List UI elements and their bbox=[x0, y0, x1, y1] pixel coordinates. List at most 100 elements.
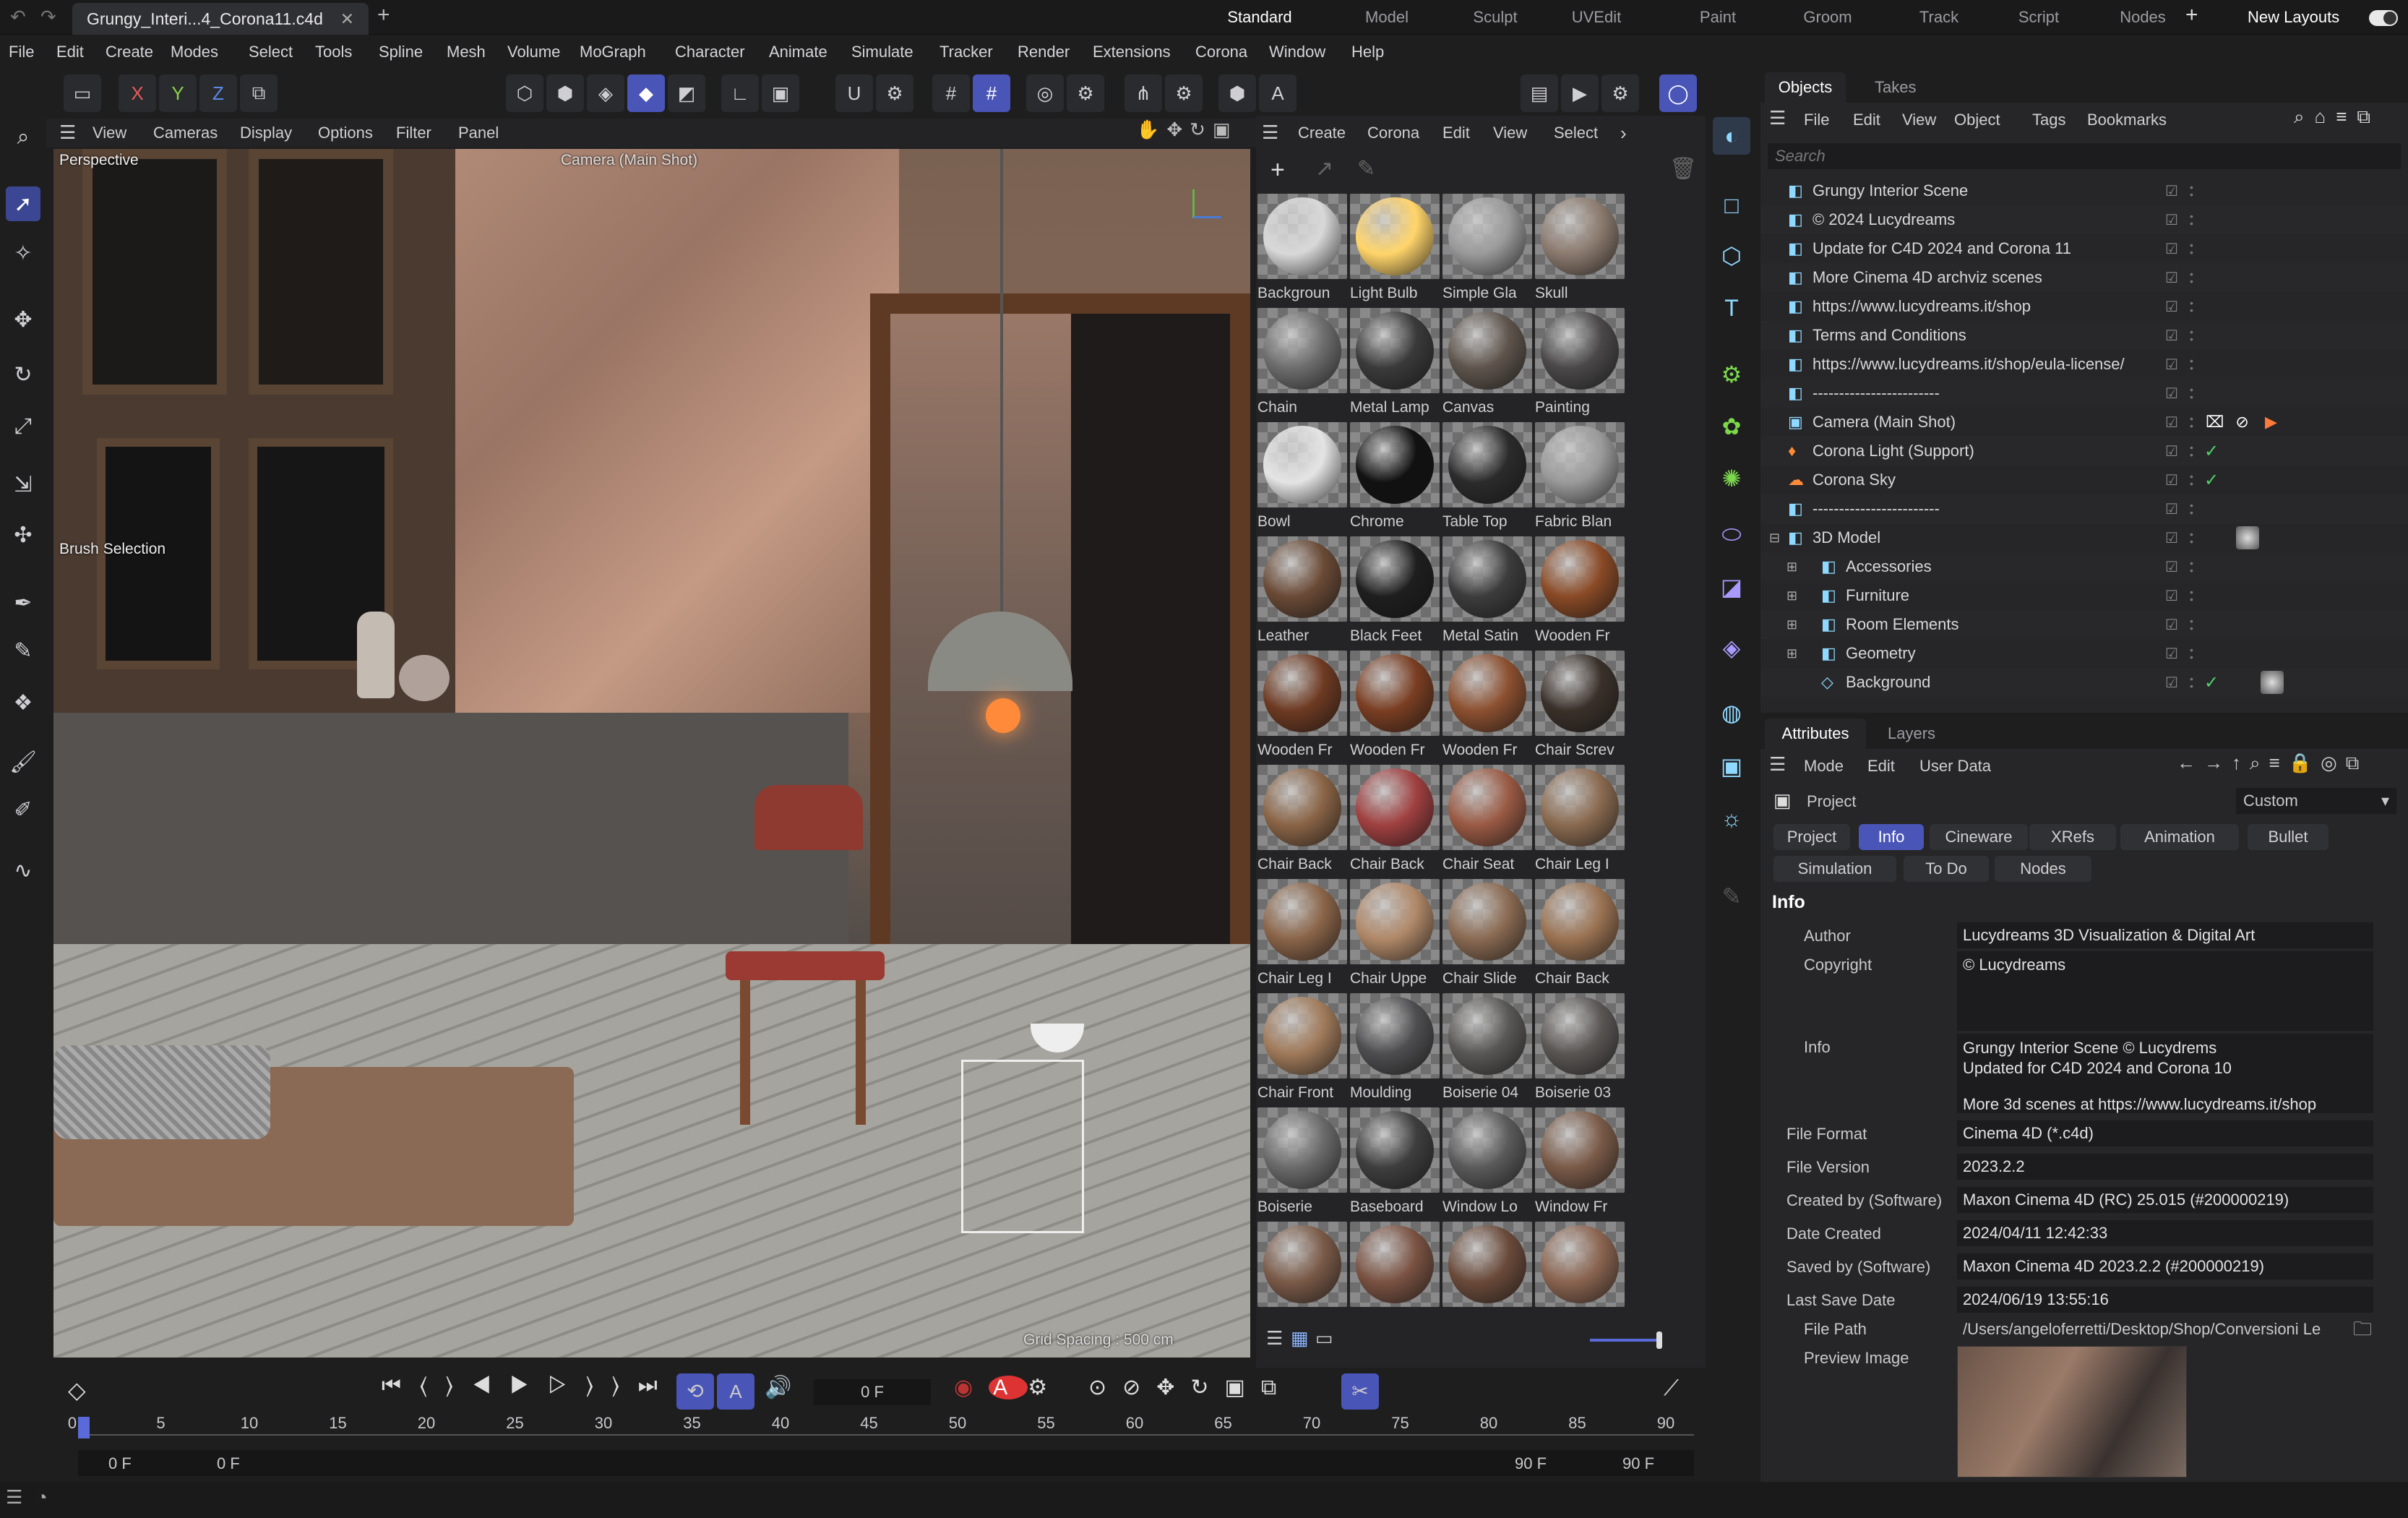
menu-tracker[interactable]: Tracker bbox=[939, 36, 993, 68]
cloner-icon[interactable]: ✿ bbox=[1713, 408, 1750, 445]
visibility-dots[interactable]: • • bbox=[2190, 471, 2193, 489]
attr-menu-icon[interactable]: ☰ bbox=[1769, 753, 1786, 776]
grid-button[interactable]: # bbox=[932, 74, 970, 112]
visibility-dots[interactable]: • • bbox=[2190, 182, 2193, 200]
object-row[interactable]: ◧ https://www.lucydreams.it/shop/eula-lic… bbox=[1760, 350, 2408, 379]
symmetry-button[interactable]: ⋔ bbox=[1125, 74, 1162, 112]
material-swatch[interactable]: Leather bbox=[1257, 536, 1347, 646]
viewport-menu-filter[interactable]: Filter bbox=[396, 119, 431, 147]
placement-tool-icon[interactable]: ✣ bbox=[6, 518, 40, 552]
material-swatch[interactable]: Boiserie bbox=[1257, 1107, 1347, 1217]
material-swatch[interactable] bbox=[1257, 1222, 1347, 1332]
material-swatch[interactable]: Chrome bbox=[1350, 422, 1440, 532]
material-swatch[interactable]: Wooden Fr bbox=[1535, 536, 1625, 646]
subtab-bullet[interactable]: Bullet bbox=[2248, 824, 2329, 850]
timeline-ruler[interactable] bbox=[78, 1434, 1694, 1436]
field-icon[interactable]: ◪ bbox=[1713, 568, 1750, 606]
material-swatch[interactable]: Wooden Fr bbox=[1350, 651, 1440, 760]
object-menu-view[interactable]: View bbox=[1902, 106, 1936, 134]
file-path-field[interactable]: /Users/angeloferretti/Desktop/Shop/Conve… bbox=[1963, 1320, 2346, 1339]
volume-icon[interactable]: ◈ bbox=[1713, 629, 1750, 666]
record-controls[interactable]: ◉ A ⚙ bbox=[954, 1375, 1063, 1400]
tab-layout-groom[interactable]: Groom bbox=[1788, 0, 1867, 35]
status-check-icon[interactable]: ◔ bbox=[36, 1486, 48, 1509]
spline-tool-icon[interactable]: ✎ bbox=[6, 633, 40, 668]
visibility-dots[interactable]: • • bbox=[2190, 500, 2193, 518]
move-tool-icon[interactable]: ✥ bbox=[6, 302, 40, 337]
tab-objects[interactable]: Objects bbox=[1765, 72, 1846, 103]
info-field[interactable]: Grungy Interior Scene © Lucydrems Update… bbox=[1957, 1034, 2373, 1113]
material-tag-icon[interactable] bbox=[2261, 671, 2284, 694]
cloner-tool-icon[interactable]: ❖ bbox=[6, 685, 40, 720]
edit-check-icon[interactable]: ☑ bbox=[2165, 529, 2178, 547]
material-swatch[interactable]: Window Lo bbox=[1442, 1107, 1532, 1217]
material-swatch[interactable]: Chain bbox=[1257, 308, 1347, 418]
menu-edit[interactable]: Edit bbox=[56, 36, 84, 68]
tab-layout-nodes[interactable]: Nodes bbox=[2103, 0, 2183, 35]
subtab-project[interactable]: Project bbox=[1773, 824, 1850, 850]
texture-mode-button[interactable]: ◩ bbox=[668, 74, 705, 112]
edit-check-icon[interactable]: ☑ bbox=[2165, 298, 2178, 316]
tab-layout-model[interactable]: Model bbox=[1347, 0, 1427, 35]
large-view-icon[interactable]: ▭ bbox=[1315, 1327, 1333, 1350]
edit-check-icon[interactable]: ☑ bbox=[2165, 442, 2178, 460]
tab-layout-uvedit[interactable]: UVEdit bbox=[1557, 0, 1636, 35]
layout-toggle[interactable] bbox=[2369, 10, 2398, 26]
tab-takes[interactable]: Takes bbox=[1875, 72, 1916, 103]
object-menu-bookmarks[interactable]: Bookmarks bbox=[2087, 106, 2167, 134]
search-icon[interactable]: ⌕ bbox=[6, 120, 40, 155]
material-swatch[interactable]: Skull bbox=[1535, 194, 1625, 304]
edit-check-icon[interactable]: ☑ bbox=[2165, 182, 2178, 200]
model-mode-button[interactable]: ◆ bbox=[627, 74, 665, 112]
material-swatch[interactable]: Metal Satin bbox=[1442, 536, 1532, 646]
subtab-info[interactable]: Info bbox=[1859, 824, 1924, 850]
edit-check-icon[interactable]: ☑ bbox=[2165, 587, 2178, 605]
menu-mograph[interactable]: MoGraph bbox=[580, 36, 646, 68]
object-row[interactable]: ◧ Update for C4D 2024 and Corona 11 ☑ • • bbox=[1760, 234, 2408, 263]
edit-check-icon[interactable]: ☑ bbox=[2165, 616, 2178, 634]
material-swatch[interactable]: Bowl bbox=[1257, 422, 1347, 532]
material-swatch[interactable]: Chair Back bbox=[1350, 765, 1440, 875]
material-swatch[interactable]: Chair Uppe bbox=[1350, 879, 1440, 989]
status-menu-icon[interactable]: ☰ bbox=[6, 1486, 22, 1509]
object-row[interactable]: ◧ ------------------------ ☑ • • bbox=[1760, 494, 2408, 523]
menu-create[interactable]: Create bbox=[106, 36, 153, 68]
subtab-to-do[interactable]: To Do bbox=[1904, 856, 1989, 882]
range-bar[interactable] bbox=[78, 1450, 1694, 1476]
expand-icon[interactable]: ⊞ bbox=[1786, 588, 1797, 604]
spline-pen-icon[interactable]: ✒ bbox=[6, 586, 40, 620]
expand-icon[interactable]: ⊞ bbox=[1786, 559, 1797, 575]
material-swatch[interactable]: Wooden Fr bbox=[1257, 651, 1347, 760]
tab-layout-track[interactable]: Track bbox=[1899, 0, 1979, 35]
scale-tool-icon[interactable]: ⤢ bbox=[6, 409, 40, 444]
object-menu-tags[interactable]: Tags bbox=[2032, 106, 2065, 134]
object-row[interactable]: ⊟ ◧ 3D Model ☑ • • bbox=[1760, 523, 2408, 552]
edit-check-icon[interactable]: ☑ bbox=[2165, 413, 2178, 432]
material-swatch[interactable]: Fabric Blan bbox=[1535, 422, 1625, 532]
field-value[interactable]: Maxon Cinema 4D 2023.2.2 (#200000219) bbox=[1957, 1253, 2373, 1279]
attr-toolbar-icons[interactable]: ←→↑⌕≡🔒◎⧉ bbox=[2177, 752, 2368, 775]
edit-check-icon[interactable]: ☑ bbox=[2165, 471, 2178, 489]
material-swatch[interactable]: Painting bbox=[1535, 308, 1625, 418]
object-row[interactable]: ⊞ ◧ Room Elements ☑ • • bbox=[1760, 610, 2408, 639]
field-value[interactable]: 2024/06/19 13:55:16 bbox=[1957, 1287, 2373, 1313]
material-menu-edit[interactable]: Edit bbox=[1442, 119, 1470, 147]
viewport-menu-cameras[interactable]: Cameras bbox=[153, 119, 218, 147]
object-row[interactable]: ▣ Camera (Main Shot) ☑ • • ⌧⊘ ▶ bbox=[1760, 408, 2408, 437]
object-row[interactable]: ◧ Grungy Interior Scene ☑ • • bbox=[1760, 176, 2408, 205]
camera-icon[interactable]: ▣ bbox=[1713, 747, 1750, 785]
object-row[interactable]: ⊞ ◧ Accessories ☑ • • bbox=[1760, 552, 2408, 581]
subtab-nodes[interactable]: Nodes bbox=[1995, 856, 2091, 882]
edit-check-icon[interactable]: ☑ bbox=[2165, 674, 2178, 692]
polygons-mode-button[interactable]: ◈ bbox=[587, 74, 624, 112]
workplane-button[interactable]: # bbox=[973, 74, 1010, 112]
brush-disabled-icon[interactable]: ✎ bbox=[1713, 878, 1750, 915]
menu-window[interactable]: Window bbox=[1269, 36, 1325, 68]
expand-icon[interactable]: ⊞ bbox=[1786, 646, 1797, 661]
loop-button[interactable]: ⟲ bbox=[676, 1373, 714, 1410]
object-menu-object[interactable]: Object bbox=[1954, 106, 2000, 134]
object-row[interactable]: ⊞ ◧ Furniture ☑ • • bbox=[1760, 581, 2408, 610]
visibility-dots[interactable]: • • bbox=[2190, 269, 2193, 286]
effector-icon[interactable]: ✺ bbox=[1713, 460, 1750, 497]
cube-outline-icon[interactable]: □ bbox=[1713, 186, 1750, 224]
